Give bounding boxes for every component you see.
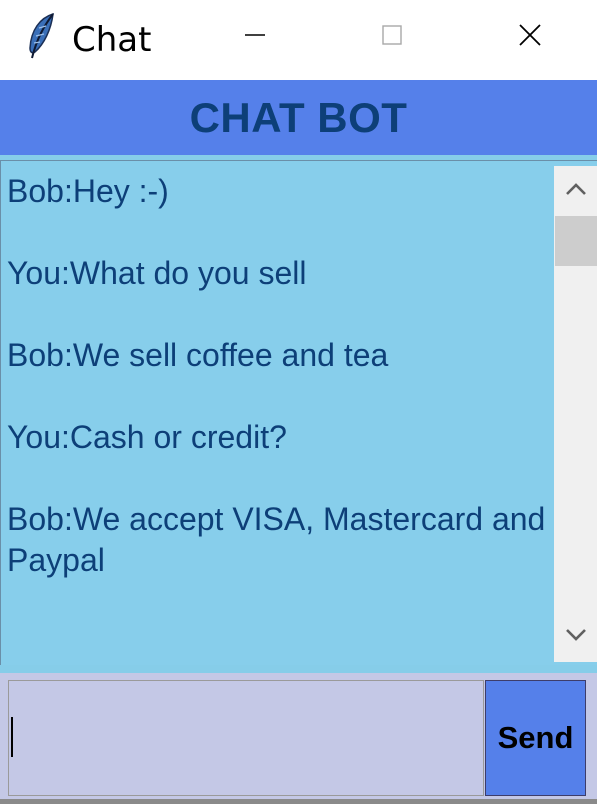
message-input[interactable]: [8, 680, 484, 796]
send-button[interactable]: Send: [485, 680, 586, 796]
chat-message: Bob:Hey :-): [7, 173, 169, 209]
chat-message: Bob:We accept VISA, Mastercard and Paypa…: [7, 501, 546, 578]
chevron-down-icon: [565, 628, 587, 647]
scroll-up-button[interactable]: [554, 166, 597, 216]
chat-log[interactable]: Bob:Hey :-) You:What do you sell Bob:We …: [7, 171, 549, 661]
text-cursor: [11, 717, 13, 757]
chat-window: Chat CHAT BOT Bob:Hey :-) You:What do yo…: [0, 0, 597, 804]
close-icon: [518, 23, 542, 52]
maximize-icon: [381, 24, 403, 51]
chat-message: You:What do you sell: [7, 255, 307, 291]
header-title: CHAT BOT: [189, 93, 408, 141]
scroll-down-button[interactable]: [554, 612, 597, 662]
window-title: Chat: [72, 20, 152, 60]
scroll-thumb[interactable]: [555, 216, 597, 266]
chat-header: CHAT BOT: [0, 80, 597, 155]
chat-area: Bob:Hey :-) You:What do you sell Bob:We …: [0, 160, 597, 665]
minimize-button[interactable]: [232, 14, 278, 60]
window-bottom-border: [0, 799, 597, 804]
chat-scrollbar[interactable]: [554, 166, 597, 662]
title-bar: Chat: [0, 0, 597, 80]
chat-message: You:Cash or credit?: [7, 419, 287, 455]
close-button[interactable]: [507, 14, 553, 60]
chat-message: Bob:We sell coffee and tea: [7, 337, 389, 373]
minimize-icon: [244, 24, 266, 51]
maximize-button[interactable]: [369, 14, 415, 60]
feather-icon: [26, 12, 56, 62]
composer-divider: [0, 665, 597, 673]
composer: Send: [0, 673, 597, 804]
chevron-up-icon: [565, 182, 587, 201]
